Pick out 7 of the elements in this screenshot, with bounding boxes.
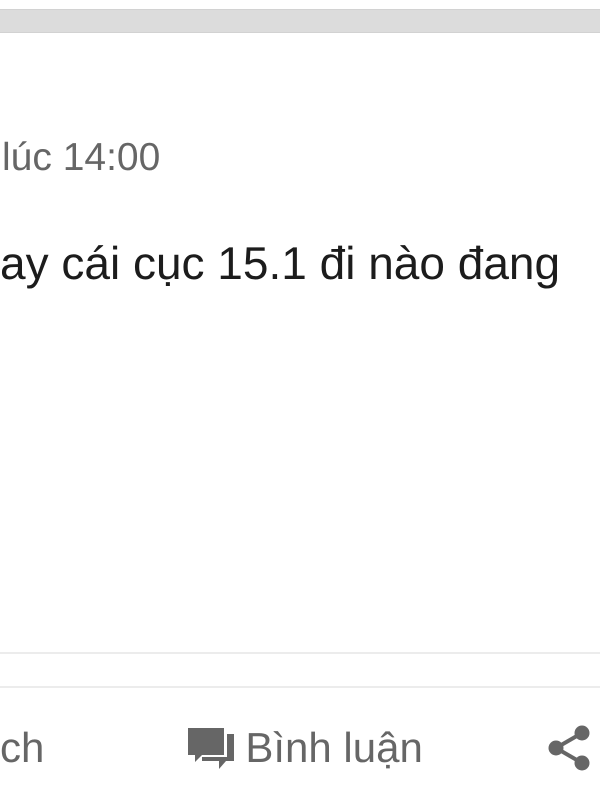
post-timestamp: lúc 14:00	[1, 135, 160, 181]
share-icon	[548, 725, 590, 771]
reaction-button[interactable]: ch	[0, 723, 44, 773]
comment-button[interactable]: Bình luận	[188, 723, 423, 773]
share-button[interactable]	[548, 725, 590, 771]
speech-bubbles-icon	[188, 728, 234, 768]
post-text: ay cái cục 15.1 đi nào đang	[0, 236, 560, 291]
